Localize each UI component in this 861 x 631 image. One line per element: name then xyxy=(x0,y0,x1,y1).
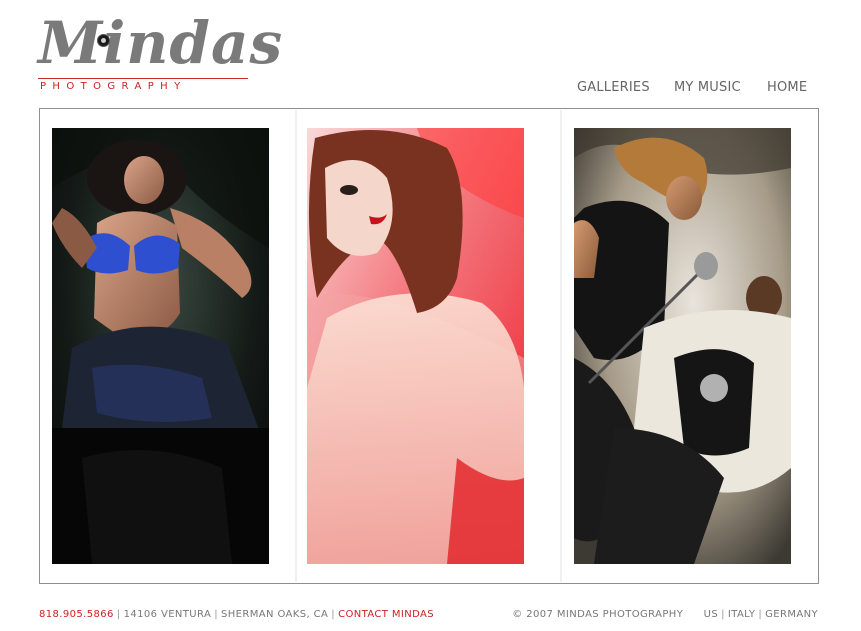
footer-contact-info: 818.905.5866 | 14106 VENTURA | SHERMAN OAKS,… xyxy=(39,609,434,620)
column-divider xyxy=(560,110,562,582)
region-link-italy[interactable]: ITALY xyxy=(728,609,755,620)
photo-1-image xyxy=(52,128,269,564)
logo-rule xyxy=(38,78,248,79)
city-state: SHERMAN OAKS, CA xyxy=(221,609,329,620)
nav-home[interactable]: HOME xyxy=(767,80,807,95)
gallery-photo-1[interactable] xyxy=(52,128,269,564)
column-divider xyxy=(295,110,297,582)
separator: | xyxy=(721,609,725,620)
gallery-frame xyxy=(39,108,819,584)
nav-my-music[interactable]: MY MUSIC xyxy=(674,80,741,95)
street-address: 14106 VENTURA xyxy=(123,609,212,620)
separator: | xyxy=(331,609,336,620)
copyright-text: © 2007 MINDAS PHOTOGRAPHY xyxy=(512,609,684,620)
nav-galleries[interactable]: GALLERIES xyxy=(577,80,650,95)
contact-link[interactable]: CONTACT MINDAS xyxy=(338,609,434,620)
region-link-germany[interactable]: GERMANY xyxy=(765,609,818,620)
gallery-photo-3[interactable] xyxy=(574,128,791,564)
photo-3-image xyxy=(574,128,791,564)
separator: | xyxy=(214,609,218,620)
photo-2-image xyxy=(307,128,524,564)
site-footer: 818.905.5866 | 14106 VENTURA | SHERMAN OAKS,… xyxy=(0,609,861,623)
phone-number[interactable]: 818.905.5866 xyxy=(39,609,114,620)
footer-right: © 2007 MINDAS PHOTOGRAPHY US | ITALY | GERMA… xyxy=(512,609,818,620)
camera-lens-icon xyxy=(97,34,110,47)
logo-wordmark: Mindas xyxy=(38,9,284,77)
main-nav: GALLERIES MY MUSIC HOME xyxy=(0,80,861,96)
separator: | xyxy=(116,609,121,620)
separator: | xyxy=(758,609,763,620)
region-link-us[interactable]: US xyxy=(704,609,718,620)
gallery-photo-2[interactable] xyxy=(307,128,524,564)
